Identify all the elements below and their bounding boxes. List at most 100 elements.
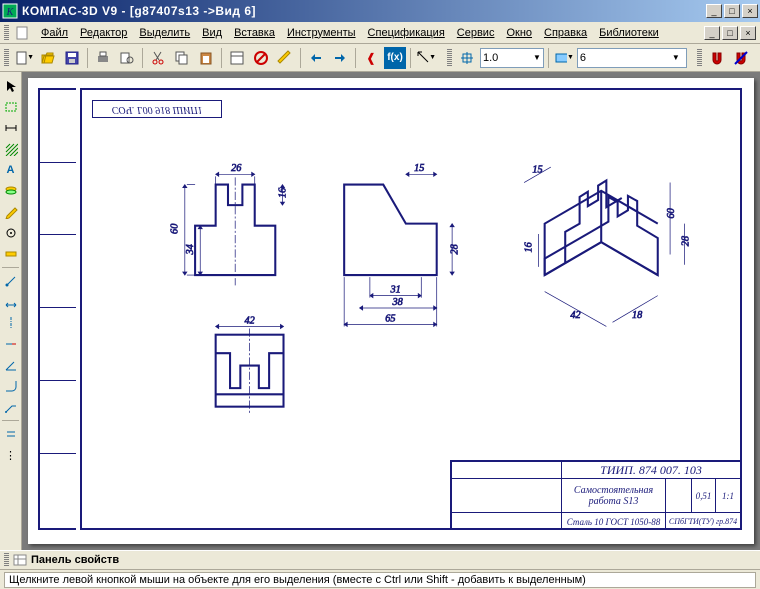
drawing-name-1: Самостоятельная	[574, 485, 653, 496]
props-button[interactable]	[226, 47, 248, 69]
status-hint: Щелкните левой кнопкой мыши на объекте д…	[4, 572, 756, 588]
svg-text:15: 15	[414, 163, 424, 174]
state-toggle-button[interactable]: ▼	[553, 47, 575, 69]
svg-text:42: 42	[244, 315, 254, 326]
measure-tool[interactable]	[1, 244, 21, 264]
point-tool[interactable]	[1, 271, 21, 291]
svg-text:28: 28	[449, 243, 460, 254]
new-button[interactable]: ▼	[13, 47, 35, 69]
hatch-tool[interactable]	[1, 139, 21, 159]
state-combo[interactable]: ▼	[577, 48, 687, 68]
edit-tool[interactable]	[1, 202, 21, 222]
drawing-code: ТИИП. 874 007. 103	[562, 462, 740, 478]
toolbar-grip-2[interactable]	[447, 49, 452, 67]
text-tool[interactable]: A	[1, 160, 21, 180]
separator	[548, 48, 549, 68]
close-button[interactable]: ×	[742, 4, 758, 18]
zoom-input[interactable]	[483, 52, 531, 64]
cancel-button[interactable]	[250, 47, 272, 69]
more-tool[interactable]: ⋮	[1, 445, 21, 465]
zoom-combo[interactable]: ▼	[480, 48, 544, 68]
brace-button[interactable]: ❰	[360, 47, 382, 69]
menubar-grip[interactable]	[4, 25, 9, 41]
maximize-button[interactable]: □	[724, 4, 740, 18]
undo-button[interactable]	[305, 47, 327, 69]
menu-help[interactable]: Справка	[538, 25, 593, 41]
dropdown-arrow-icon[interactable]: ▼	[672, 53, 680, 62]
material: Сталь 10 ГОСТ 1050-88	[562, 513, 666, 530]
canvas[interactable]: СОЧ. L00 918 ШИП1 26	[22, 72, 760, 550]
mdi-minimize-button[interactable]: _	[704, 26, 720, 40]
copy-button[interactable]	[171, 47, 193, 69]
svg-text:60: 60	[170, 224, 181, 234]
save-button[interactable]	[61, 47, 83, 69]
svg-text:28: 28	[681, 235, 692, 246]
dimension-tool[interactable]	[1, 118, 21, 138]
menubar: Файл Редактор Выделить Вид Вставка Инстр…	[0, 22, 760, 44]
menu-spec[interactable]: Спецификация	[362, 25, 451, 41]
fx-button[interactable]: f(x)	[384, 47, 406, 69]
drawing-frame: СОЧ. L00 918 ШИП1 26	[80, 88, 742, 530]
angle-tool[interactable]	[1, 355, 21, 375]
scale-lock-button[interactable]	[456, 47, 478, 69]
menu-select[interactable]: Выделить	[133, 25, 196, 41]
magnet-off-button[interactable]	[730, 47, 752, 69]
brush-button[interactable]	[274, 47, 296, 69]
menu-libs[interactable]: Библиотеки	[593, 25, 665, 41]
properties-icon[interactable]	[13, 553, 27, 567]
mdi-restore-button[interactable]: □	[722, 26, 738, 40]
svg-text:K: K	[6, 7, 15, 18]
svg-text:38: 38	[391, 297, 403, 308]
toolbar-grip-1[interactable]	[4, 49, 9, 67]
window-title: КОМПАС-3D V9 - [g87407s13 ->Вид 6]	[22, 4, 706, 18]
svg-text:31: 31	[389, 285, 400, 296]
cut-button[interactable]	[147, 47, 169, 69]
workarea: A ⋮ СОЧ. L00 918 ШИП1	[0, 72, 760, 550]
separator	[221, 48, 222, 68]
leader-tool[interactable]	[1, 397, 21, 417]
bottombar-grip[interactable]	[4, 553, 9, 567]
toolbar-grip-3[interactable]	[697, 49, 702, 67]
drawing-sheet: СОЧ. L00 918 ШИП1 26	[28, 78, 754, 544]
minimize-button[interactable]: _	[706, 4, 722, 18]
fillet-tool[interactable]	[1, 376, 21, 396]
mdi-close-button[interactable]: ×	[740, 26, 756, 40]
separator	[142, 48, 143, 68]
open-button[interactable]	[37, 47, 59, 69]
state-input[interactable]	[580, 52, 670, 64]
magnet-on-button[interactable]	[706, 47, 728, 69]
separator	[300, 48, 301, 68]
menu-edit[interactable]: Редактор	[74, 25, 133, 41]
menu-file[interactable]: Файл	[35, 25, 74, 41]
select-tool[interactable]	[1, 76, 21, 96]
menu-view[interactable]: Вид	[196, 25, 228, 41]
rect-select-tool[interactable]	[1, 97, 21, 117]
layers-tool[interactable]	[1, 181, 21, 201]
help-button[interactable]: ?▼	[415, 47, 437, 69]
extend-tool[interactable]	[1, 334, 21, 354]
dropdown-arrow-icon[interactable]: ▼	[533, 53, 541, 62]
scale-1: 0,51	[692, 479, 716, 512]
params-tool[interactable]	[1, 223, 21, 243]
equal-tool[interactable]	[1, 424, 21, 444]
titlebar: K КОМПАС-3D V9 - [g87407s13 ->Вид 6] _ □…	[0, 0, 760, 22]
statusbar: Щелкните левой кнопкой мыши на объекте д…	[0, 569, 760, 589]
dim-horiz-tool[interactable]	[1, 292, 21, 312]
axis-tool[interactable]	[1, 313, 21, 333]
sidebar-left-1: A ⋮	[0, 72, 22, 550]
menu-insert[interactable]: Вставка	[228, 25, 281, 41]
properties-panel-label[interactable]: Панель свойств	[31, 554, 119, 566]
svg-text:26: 26	[231, 163, 242, 174]
separator	[87, 48, 88, 68]
menu-service[interactable]: Сервис	[451, 25, 501, 41]
paste-button[interactable]	[195, 47, 217, 69]
menu-tools[interactable]: Инструменты	[281, 25, 362, 41]
print-button[interactable]	[92, 47, 114, 69]
svg-text:16: 16	[278, 187, 289, 198]
svg-text:15: 15	[532, 164, 542, 175]
svg-text:65: 65	[385, 313, 395, 324]
separator	[410, 48, 411, 68]
menu-window[interactable]: Окно	[500, 25, 538, 41]
preview-button[interactable]	[116, 47, 138, 69]
redo-button[interactable]	[329, 47, 351, 69]
